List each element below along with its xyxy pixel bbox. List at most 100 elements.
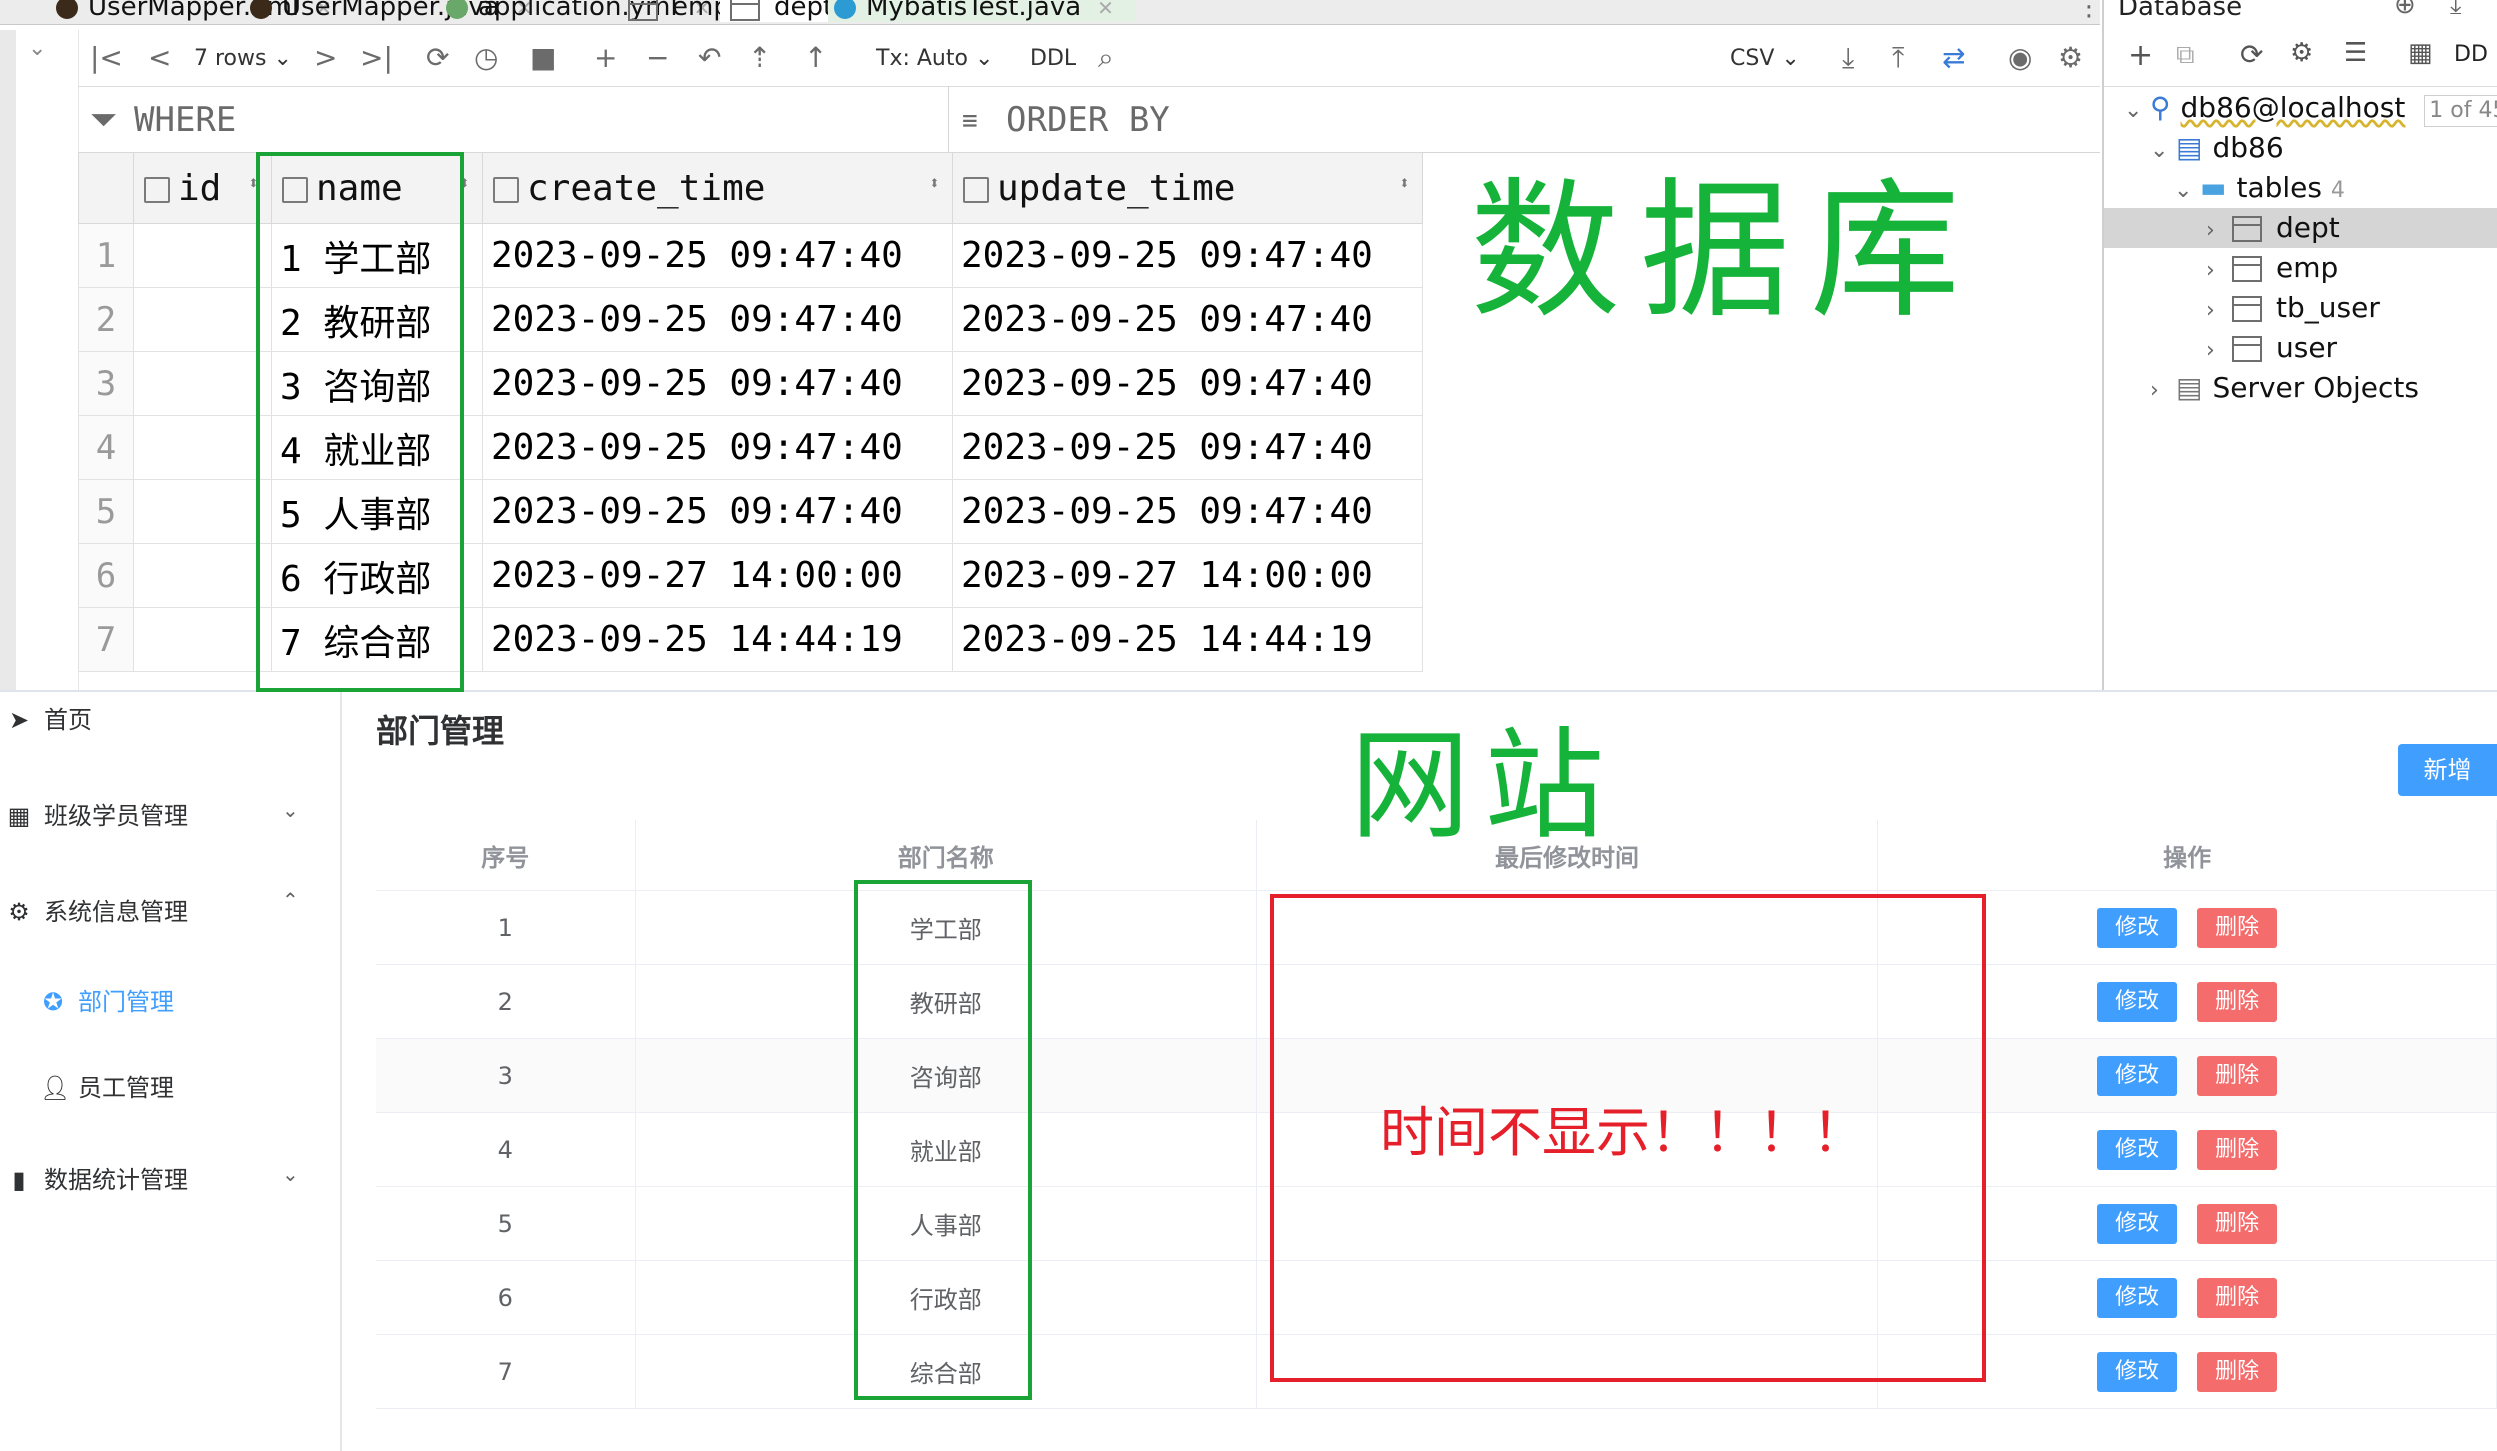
menu-item-class-mgmt[interactable]: ▦ 班级学员管理 (6, 796, 188, 831)
cell-create-time[interactable]: 2023-09-25 09:47:40 (482, 223, 953, 288)
edit-button[interactable]: 修改 (2097, 907, 2178, 948)
preview-changes-icon[interactable]: ⇡ (748, 40, 771, 76)
delete-row-icon[interactable]: − (646, 40, 669, 76)
cell-create-time[interactable]: 2023-09-25 14:44:19 (482, 607, 953, 672)
edit-button[interactable]: 修改 (2097, 981, 2178, 1022)
chevron-down-icon[interactable]: ⌄ (282, 1162, 299, 1186)
column-header-update-time[interactable]: update_time ⬍ (952, 152, 1423, 224)
ddl-button[interactable]: DDL (1030, 44, 1076, 74)
cell-id[interactable] (133, 479, 272, 544)
first-page-icon[interactable]: |< (90, 40, 123, 76)
refresh-icon[interactable]: ⟳ (2240, 38, 2263, 71)
delete-button[interactable]: 删除 (2197, 907, 2278, 948)
add-icon[interactable]: + (2128, 38, 2153, 73)
filter-icon: ⏷ (90, 100, 118, 140)
cell-id[interactable] (133, 607, 272, 672)
edit-button[interactable]: 修改 (2097, 1351, 2178, 1392)
database-icon[interactable]: ☰ (2344, 38, 2367, 68)
tree-node-connection[interactable]: ⌄⚲db86@localhost 1 of 45 (2124, 88, 2497, 128)
delete-button[interactable]: 删除 (2197, 1203, 2278, 1244)
cell-create-time[interactable]: 2023-09-25 09:47:40 (482, 287, 953, 352)
menu-item-stats-mgmt[interactable]: ▮ 数据统计管理 (6, 1160, 188, 1195)
cell-update-time[interactable]: 2023-09-25 09:47:40 (952, 479, 1423, 544)
view-icon[interactable]: ◉ (2008, 40, 2032, 76)
tree-node-schema[interactable]: ⌄ ▤ db86 (2150, 128, 2284, 168)
chevron-down-icon[interactable]: ⌄ (28, 36, 46, 61)
compare-icon[interactable]: ⇄ (1942, 40, 1965, 76)
page-title: 部门管理 (376, 712, 505, 750)
settings-gear-icon[interactable]: ⚙ (2058, 40, 2083, 76)
edit-button[interactable]: 修改 (2097, 1203, 2178, 1244)
java-file-icon (250, 0, 272, 19)
cell-id[interactable] (133, 223, 272, 288)
ddl-button[interactable]: DD (2454, 42, 2488, 67)
rows-selector[interactable]: 7 rows ⌄ (194, 44, 292, 74)
pager-badge[interactable]: 1 of 45 (2424, 95, 2497, 127)
export-format-selector[interactable]: CSV ⌄ (1730, 44, 1800, 74)
cell-update-time[interactable]: 2023-09-25 14:44:19 (952, 607, 1423, 672)
table-icon (628, 0, 658, 21)
cell-id[interactable] (133, 543, 272, 608)
tree-node-table-emp[interactable]: › emp (2206, 248, 2338, 288)
delete-button[interactable]: 删除 (2197, 1277, 2278, 1318)
tree-node-server-objects[interactable]: › ▤ Server Objects (2150, 368, 2419, 408)
menu-item-dept-mgmt[interactable]: ✪ 部门管理 (40, 982, 174, 1017)
collapse-icon[interactable]: ⤓ (2450, 0, 2462, 21)
cell-update-time[interactable]: 2023-09-25 09:47:40 (952, 351, 1423, 416)
edit-button[interactable]: 修改 (2097, 1129, 2178, 1170)
menu-item-sys-mgmt[interactable]: ⚙ 系统信息管理 (6, 892, 188, 927)
cell-id[interactable] (133, 287, 272, 352)
revert-icon[interactable]: ↶ (698, 40, 721, 76)
more-tabs-icon[interactable]: ⋮ (2076, 0, 2100, 22)
cell-update-time[interactable]: 2023-09-25 09:47:40 (952, 287, 1423, 352)
tree-node-table-tb-user[interactable]: › tb_user (2206, 288, 2380, 328)
delete-button[interactable]: 删除 (2197, 1351, 2278, 1392)
add-row-icon[interactable]: + (594, 40, 617, 76)
cell-update-time[interactable]: 2023-09-25 09:47:40 (952, 415, 1423, 480)
prev-page-icon[interactable]: < (148, 40, 171, 76)
add-button[interactable]: 新增 (2398, 744, 2497, 796)
cell-id[interactable] (133, 351, 272, 416)
sort-icon[interactable]: ⬍ (1399, 173, 1410, 194)
cell-create-time[interactable]: 2023-09-25 09:47:40 (482, 479, 953, 544)
tab-mybatistest-java[interactable]: MybatisTest.java ✕ (828, 0, 1136, 22)
schema-icon[interactable]: ⚙ (2290, 38, 2313, 68)
search-icon[interactable]: ⌕ (1098, 40, 1114, 76)
menu-item-emp-mgmt[interactable]: 👤︎ 员工管理 (40, 1068, 174, 1103)
sort-icon[interactable]: ⬍ (929, 173, 940, 194)
tree-node-table-dept[interactable]: › dept (2104, 208, 2497, 248)
submit-icon[interactable]: ↑ (804, 40, 827, 76)
close-icon[interactable]: ✕ (1097, 0, 1114, 20)
delete-button[interactable]: 删除 (2197, 1129, 2278, 1170)
user-icon: 👤︎ (40, 1074, 71, 1102)
history-icon[interactable]: ◷ (474, 40, 498, 76)
cell-create-time[interactable]: 2023-09-25 09:47:40 (482, 415, 953, 480)
menu-item-home[interactable]: ➤ 首页 (6, 700, 92, 735)
delete-button[interactable]: 删除 (2197, 981, 2278, 1022)
copy-icon[interactable]: ⧉ (2176, 40, 2195, 71)
refresh-icon[interactable]: ⟳ (426, 40, 449, 76)
cell-id[interactable] (133, 415, 272, 480)
cell-update-time[interactable]: 2023-09-25 09:47:40 (952, 223, 1423, 288)
cell-create-time[interactable]: 2023-09-27 14:00:00 (482, 543, 953, 608)
edit-button[interactable]: 修改 (2097, 1277, 2178, 1318)
tx-mode-selector[interactable]: Tx: Auto ⌄ (876, 44, 993, 74)
column-header-create-time[interactable]: create_time ⬍ (482, 152, 953, 224)
download-icon[interactable]: ⤓ (1842, 40, 1854, 76)
delete-button[interactable]: 删除 (2197, 1055, 2278, 1096)
edit-button[interactable]: 修改 (2097, 1055, 2178, 1096)
tree-node-table-user[interactable]: › user (2206, 328, 2337, 368)
add-datasource-icon[interactable]: ⊕ (2394, 0, 2416, 20)
chevron-up-icon[interactable]: ⌃ (282, 888, 299, 912)
table-view-icon[interactable]: ▦ (2408, 38, 2433, 68)
where-filter[interactable]: ⏷ WHERE (78, 86, 949, 152)
chevron-down-icon[interactable]: ⌄ (282, 798, 299, 822)
tree-node-tables[interactable]: ⌄ ▬ tables 4 (2174, 168, 2345, 208)
cell-update-time[interactable]: 2023-09-27 14:00:00 (952, 543, 1423, 608)
stop-icon[interactable]: ■ (530, 40, 556, 76)
next-page-icon[interactable]: > (314, 40, 337, 76)
upload-icon[interactable]: ⤒ (1892, 40, 1904, 76)
last-page-icon[interactable]: >| (360, 40, 393, 76)
cell-create-time[interactable]: 2023-09-25 09:47:40 (482, 351, 953, 416)
column-header-id[interactable]: id ⬍ (133, 152, 272, 224)
